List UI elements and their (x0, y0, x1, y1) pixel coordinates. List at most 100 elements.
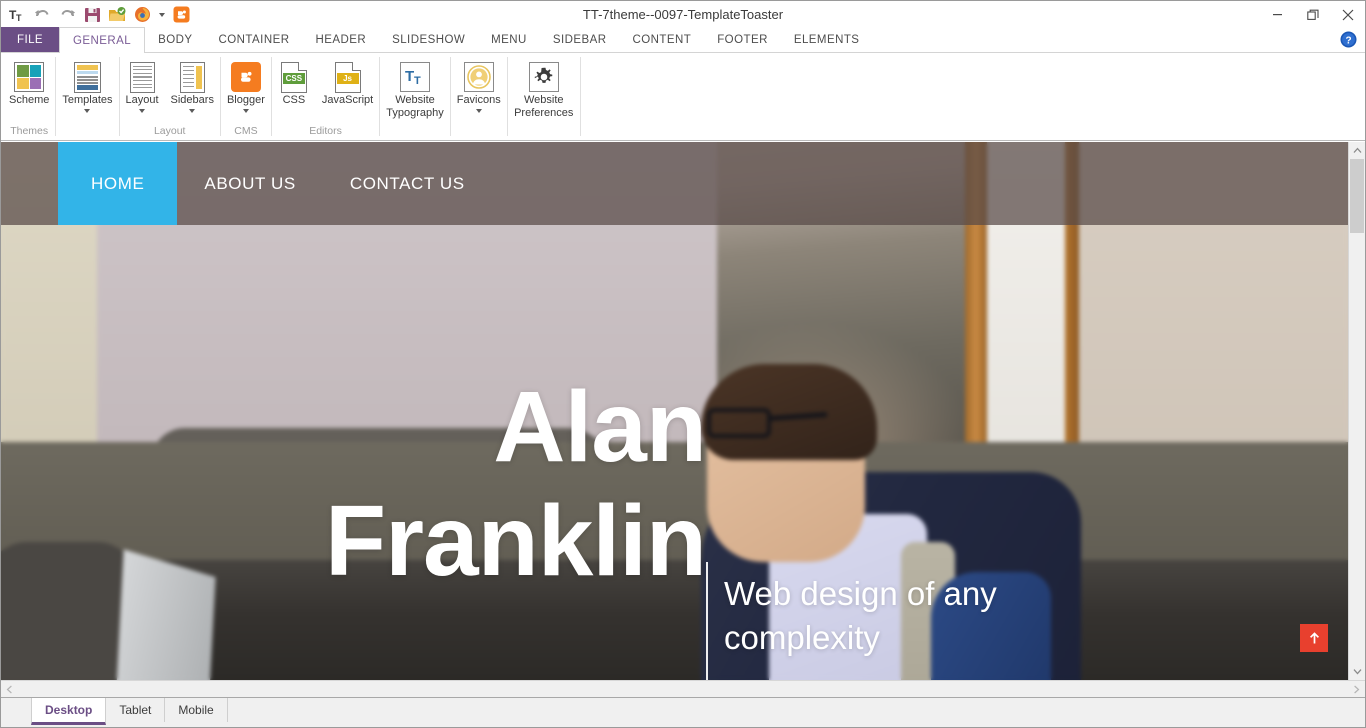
blogger-button[interactable]: Blogger (221, 57, 271, 117)
ribbon-group-label-layout: Layout (153, 125, 186, 137)
chevron-down-icon[interactable] (84, 107, 91, 116)
ribbon-tab-container[interactable]: CONTAINER (206, 27, 303, 52)
ribbon-group-themes: Scheme Themes (3, 53, 55, 140)
ribbon-group-label-templates (56, 124, 118, 140)
favicons-label: Favicons (456, 94, 501, 106)
blogger-export-icon[interactable] (170, 4, 192, 26)
ribbon-tab-body[interactable]: BODY (145, 27, 205, 52)
js-file-icon: Js (334, 60, 361, 94)
ribbon-group-label-website-preferences (508, 124, 580, 140)
typography-icon: TT (399, 60, 430, 94)
svg-text:?: ? (1345, 35, 1351, 46)
sidebars-button[interactable]: Sidebars (165, 57, 220, 117)
scroll-left-arrow-icon[interactable] (1, 681, 18, 697)
website-preview-canvas[interactable]: HOME ABOUT US CONTACT US Alan Franklin W… (1, 142, 1348, 680)
open-folder-icon[interactable] (106, 4, 128, 26)
ribbon-group-templates: Templates (56, 53, 118, 140)
ribbon: FILE GENERAL BODY CONTAINER HEADER SLIDE… (1, 27, 1365, 142)
vertical-scrollbar[interactable] (1348, 142, 1365, 680)
vertical-scrollbar-track[interactable] (1349, 159, 1365, 663)
ribbon-tab-content[interactable]: CONTENT (619, 27, 704, 52)
window-title: TT-7theme--0097-TemplateToaster (582, 7, 784, 22)
firefox-preview-icon[interactable] (131, 4, 153, 26)
css-file-icon: CSS (280, 60, 307, 94)
ribbon-group-cms: Blogger CMS (221, 53, 271, 140)
chevron-down-icon[interactable] (242, 107, 249, 116)
scheme-button[interactable]: Scheme (3, 57, 55, 108)
ribbon-group-label-website-typography (380, 124, 449, 140)
css-label: CSS (282, 94, 306, 106)
gear-icon (528, 60, 559, 94)
templates-label: Templates (62, 94, 113, 106)
ribbon-group-website-preferences: Website Preferences (508, 53, 580, 140)
typography-icon[interactable]: TT (6, 4, 28, 26)
svg-text:T: T (16, 13, 22, 22)
css-badge: CSS (282, 72, 305, 84)
css-button[interactable]: CSS CSS (272, 57, 316, 108)
restore-button[interactable] (1295, 2, 1330, 28)
application-window: TT TT-7theme--0097-TemplateToaster FILE … (0, 0, 1366, 728)
blogger-icon (230, 60, 261, 94)
undo-icon[interactable] (31, 4, 53, 26)
ribbon-tab-sidebar[interactable]: SIDEBAR (540, 27, 620, 52)
window-controls (1260, 1, 1365, 28)
js-badge: Js (336, 72, 359, 84)
favicon-person-icon (463, 60, 494, 94)
redo-icon[interactable] (56, 4, 78, 26)
chevron-down-icon[interactable] (139, 107, 146, 116)
ribbon-tab-slideshow[interactable]: SLIDESHOW (379, 27, 478, 52)
scroll-down-arrow-icon[interactable] (1349, 663, 1365, 680)
javascript-label: JavaScript (321, 94, 374, 106)
ribbon-content: Scheme Themes Templates Layout Sidebars … (1, 53, 1365, 141)
ribbon-tab-header[interactable]: HEADER (302, 27, 379, 52)
ribbon-tab-file[interactable]: FILE (1, 27, 59, 52)
ribbon-tab-menu[interactable]: MENU (478, 27, 540, 52)
sidebars-icon (179, 60, 205, 94)
device-preview-tabs: Desktop Tablet Mobile (1, 697, 1365, 727)
ribbon-tab-general[interactable]: GENERAL (59, 27, 146, 53)
firefox-preview-dropdown-icon[interactable] (156, 4, 167, 26)
save-icon[interactable] (81, 4, 103, 26)
group-separator (579, 57, 581, 136)
minimize-button[interactable] (1260, 2, 1295, 28)
site-nav-item-home[interactable]: HOME (58, 142, 178, 225)
ribbon-group-favicons: Favicons (451, 53, 507, 140)
horizontal-scrollbar[interactable] (1, 680, 1365, 697)
site-nav-item-contact-us[interactable]: CONTACT US (323, 142, 492, 225)
templates-icon (73, 60, 101, 94)
ribbon-tab-elements[interactable]: ELEMENTS (781, 27, 873, 52)
ribbon-tab-footer[interactable]: FOOTER (704, 27, 781, 52)
vertical-scrollbar-thumb[interactable] (1350, 159, 1364, 233)
close-button[interactable] (1330, 2, 1365, 28)
device-tab-mobile[interactable]: Mobile (165, 698, 228, 722)
site-navigation-bar: HOME ABOUT US CONTACT US (1, 142, 1348, 225)
svg-text:T: T (405, 68, 414, 85)
scroll-right-arrow-icon[interactable] (1348, 681, 1365, 697)
blogger-label: Blogger (226, 94, 265, 106)
scheme-icon (14, 60, 45, 94)
layout-button[interactable]: Layout (120, 57, 165, 117)
device-tab-tablet[interactable]: Tablet (106, 698, 166, 722)
scroll-up-arrow-icon[interactable] (1349, 142, 1365, 159)
title-bar: TT TT-7theme--0097-TemplateToaster (1, 1, 1365, 28)
horizontal-scrollbar-track[interactable] (18, 681, 1348, 697)
layout-icon (129, 60, 155, 94)
templates-button[interactable]: Templates (56, 57, 118, 117)
website-typography-label: Website Typography (386, 94, 444, 119)
nav-left-spacer (1, 142, 58, 225)
javascript-button[interactable]: Js JavaScript (316, 57, 379, 108)
help-button[interactable]: ? (1340, 27, 1365, 52)
chevron-down-icon[interactable] (189, 107, 196, 116)
device-tab-desktop[interactable]: Desktop (31, 698, 107, 725)
chevron-down-icon[interactable] (475, 107, 482, 116)
ribbon-group-label-favicons (451, 124, 507, 140)
ribbon-group-label-editors: Editors (309, 125, 342, 137)
ribbon-group-layout: Layout Sidebars Layout (120, 53, 220, 140)
website-typography-button[interactable]: TT Website Typography (380, 57, 449, 120)
scheme-label: Scheme (9, 94, 50, 106)
scroll-to-top-button[interactable] (1300, 624, 1328, 652)
favicons-button[interactable]: Favicons (451, 57, 507, 117)
ribbon-group-editors: CSS CSS Js JavaScript Editors (272, 53, 379, 140)
site-nav-item-about-us[interactable]: ABOUT US (177, 142, 322, 225)
website-preferences-button[interactable]: Website Preferences (508, 57, 580, 120)
